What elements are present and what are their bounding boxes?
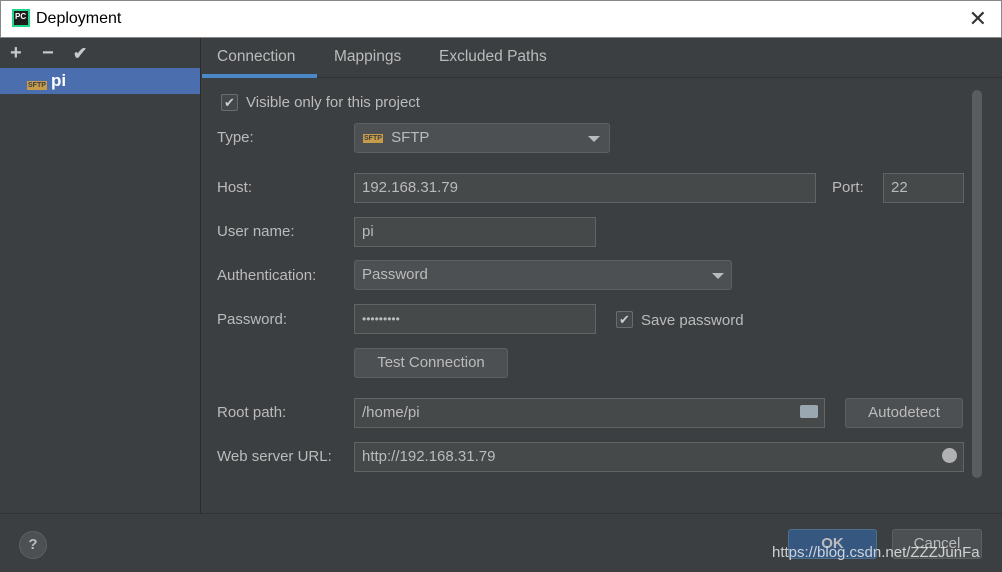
web-url-value: http://192.168.31.79: [362, 448, 496, 465]
root-path-value: /home/pi: [362, 404, 420, 421]
watermark: https://blog.csdn.net/ZZZJunFa: [772, 544, 980, 561]
help-button[interactable]: ?: [19, 531, 47, 559]
type-label: Type:: [217, 129, 254, 146]
authentication-dropdown[interactable]: Password: [354, 260, 732, 290]
dialog-footer: ? OK Cancel https://blog.csdn.net/ZZZJun…: [0, 513, 1002, 572]
type-value: SFTP: [391, 129, 430, 146]
root-path-label: Root path:: [217, 404, 287, 421]
apply-icon[interactable]: ✔: [73, 44, 87, 64]
save-password-label: Save password: [641, 312, 744, 329]
folder-icon[interactable]: [800, 405, 818, 418]
globe-icon[interactable]: [942, 448, 957, 463]
port-input[interactable]: 22: [883, 173, 964, 203]
visible-only-checkbox[interactable]: ✔: [221, 94, 238, 111]
window-title: Deployment: [36, 10, 122, 27]
tab-connection[interactable]: Connection: [217, 48, 295, 66]
title-bar: PC Deployment ✕: [0, 0, 1002, 38]
visible-only-label: Visible only for this project: [246, 94, 420, 111]
close-icon[interactable]: ✕: [969, 6, 987, 32]
save-password-checkbox[interactable]: ✔: [616, 311, 633, 328]
pycharm-logo-icon: PC: [12, 9, 30, 27]
port-label: Port:: [832, 179, 864, 196]
active-tab-indicator: [202, 74, 317, 78]
username-input[interactable]: pi: [354, 217, 596, 247]
type-dropdown[interactable]: SFTP SFTP: [354, 123, 610, 153]
tab-excluded-paths[interactable]: Excluded Paths: [439, 48, 547, 66]
root-path-input[interactable]: /home/pi: [354, 398, 825, 428]
password-input[interactable]: •••••••••: [354, 304, 596, 334]
web-url-label: Web server URL:: [217, 448, 332, 465]
sftp-icon: SFTP: [363, 133, 383, 143]
password-label: Password:: [217, 311, 288, 328]
username-label: User name:: [217, 223, 295, 240]
test-connection-button[interactable]: Test Connection: [354, 348, 508, 378]
host-label: Host:: [217, 179, 253, 196]
authentication-label: Authentication:: [217, 267, 317, 284]
host-input[interactable]: 192.168.31.79: [354, 173, 816, 203]
chevron-down-icon: [712, 273, 724, 279]
chevron-down-icon: [588, 136, 600, 142]
autodetect-button[interactable]: Autodetect: [845, 398, 963, 428]
sftp-icon: SFTP: [27, 81, 47, 90]
scrollbar[interactable]: [972, 90, 982, 478]
tab-mappings[interactable]: Mappings: [334, 48, 401, 66]
server-item-pi[interactable]: SFTP pi: [0, 68, 200, 94]
server-name: pi: [51, 71, 67, 90]
remove-icon[interactable]: −: [42, 42, 54, 65]
server-list-panel: + − ✔ SFTP pi: [0, 38, 201, 513]
add-icon[interactable]: +: [10, 42, 22, 65]
web-url-input[interactable]: http://192.168.31.79: [354, 442, 964, 472]
authentication-value: Password: [362, 266, 428, 283]
tab-bar: Connection Mappings Excluded Paths: [201, 38, 1002, 78]
